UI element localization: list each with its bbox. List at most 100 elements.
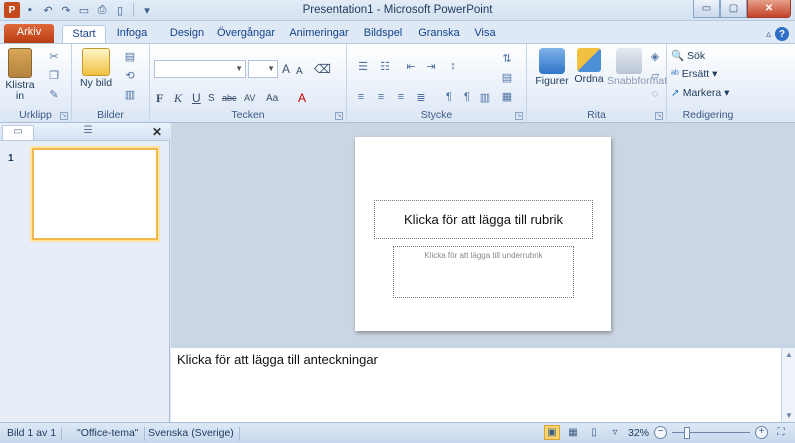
quick-styles-button[interactable]: Snabbformat xyxy=(607,48,667,87)
align-center-icon[interactable]: ≡ xyxy=(373,90,389,104)
maximize-button[interactable]: ▢ xyxy=(720,0,747,18)
zoom-slider[interactable] xyxy=(672,426,750,440)
notes-scrollbar[interactable]: ▲ ▼ xyxy=(781,348,795,422)
replace-button[interactable]: ᵃᵇ Ersätt ▾ xyxy=(671,68,717,80)
copy-icon[interactable]: ❐ xyxy=(46,68,62,82)
shape-fill-icon[interactable]: ◈ xyxy=(647,49,663,63)
minimize-button[interactable]: ▭ xyxy=(693,0,720,18)
rtl-icon[interactable]: ¶ xyxy=(459,90,475,104)
normal-view-icon[interactable]: ▣ xyxy=(543,425,560,440)
minimize-ribbon-icon[interactable]: ▵ xyxy=(766,29,771,40)
font-size-combo[interactable]: ▼ xyxy=(248,60,278,78)
reading-view-icon[interactable]: ▯ xyxy=(586,425,602,440)
tab-start[interactable]: Start xyxy=(62,25,106,43)
close-button[interactable]: ✕ xyxy=(747,0,791,18)
window-title: Presentation1 - Microsoft PowerPoint xyxy=(302,4,493,16)
notes-placeholder[interactable]: Klicka för att lägga till anteckningar xyxy=(177,352,378,367)
font-color-button[interactable]: A xyxy=(298,90,306,106)
cut-icon[interactable]: ✂ xyxy=(46,49,62,63)
scroll-down-icon[interactable]: ▼ xyxy=(782,411,795,420)
select-button[interactable]: ➚ Markera ▾ xyxy=(671,87,729,99)
clear-formatting-icon[interactable]: ⌫ xyxy=(314,61,331,77)
language-status[interactable]: Svenska (Sverige) xyxy=(143,427,240,441)
reset-icon[interactable]: ⟲ xyxy=(122,68,138,82)
smartart-icon[interactable]: ▦ xyxy=(499,89,515,103)
paste-button[interactable]: Klistra in xyxy=(3,48,37,102)
justify-icon[interactable]: ≣ xyxy=(413,90,429,104)
shapes-button[interactable]: Figurer xyxy=(533,48,571,87)
new-slide-button[interactable]: Ny bild xyxy=(78,48,114,89)
tab-visa[interactable]: Visa xyxy=(470,25,500,43)
fit-to-window-icon[interactable]: ⛶ xyxy=(773,425,789,440)
format-painter-icon[interactable]: ✎ xyxy=(46,87,62,101)
align-left-icon[interactable]: ≡ xyxy=(353,90,369,104)
editing-group-label: Redigering xyxy=(682,109,734,121)
find-button[interactable]: 🔍 Sök xyxy=(671,49,705,62)
grow-font-label: A xyxy=(282,62,291,76)
bullets-icon[interactable]: ☰ xyxy=(355,59,371,73)
tab-granska[interactable]: Granska xyxy=(416,25,462,43)
tab-design[interactable]: Design xyxy=(167,25,207,43)
slideshow-icon[interactable]: ▿ xyxy=(607,425,623,440)
scroll-up-icon[interactable]: ▲ xyxy=(782,350,795,359)
paragraph-launcher-icon[interactable]: ↘ xyxy=(515,112,523,120)
font-launcher-icon[interactable]: ↘ xyxy=(335,112,343,120)
arrange-button[interactable]: Ordna xyxy=(571,48,607,85)
underline-button[interactable]: U xyxy=(192,90,201,106)
tab-infoga[interactable]: Infoga xyxy=(112,25,152,43)
drawing-group-label: Rita xyxy=(587,109,606,121)
group-font: ▼ ▼ A A ⌫ F K U S abc AV Aa A Tecken ↘ xyxy=(150,44,347,123)
slide-thumbnail[interactable] xyxy=(32,148,158,240)
title-bar: P ▪ ↶ ↷ ▭ ⎙ ▯ ▾ Presentation1 - Microsof… xyxy=(0,0,795,21)
subtitle-placeholder[interactable]: Klicka för att lägga till underrubrik xyxy=(393,246,574,298)
arrange-label: Ordna xyxy=(574,73,604,85)
outline-tab-icon[interactable]: ☰ xyxy=(72,125,104,140)
layout-icon[interactable]: ▤ xyxy=(122,49,138,63)
theme-status[interactable]: "Office-tema" xyxy=(72,427,145,441)
paste-label: Klistra in xyxy=(5,79,35,102)
align-text-icon[interactable]: ▤ xyxy=(499,70,515,84)
ribbon-right-controls: ▵ ? xyxy=(766,27,789,41)
title-placeholder[interactable]: Klicka för att lägga till rubrik xyxy=(374,200,593,239)
slide-canvas[interactable]: Klicka för att lägga till rubrik Klicka … xyxy=(355,137,611,331)
ltr-icon[interactable]: ¶ xyxy=(441,90,457,104)
shape-effects-icon[interactable]: ◌ xyxy=(647,87,663,101)
section-icon[interactable]: ▥ xyxy=(122,87,138,101)
zoom-out-icon[interactable]: − xyxy=(654,426,667,439)
zoom-slider-knob[interactable] xyxy=(683,426,690,439)
text-direction-icon[interactable]: ⇅ xyxy=(499,51,515,65)
slides-tab-icon[interactable]: ▭ xyxy=(2,125,34,140)
tab-bildspel[interactable]: Bildspel xyxy=(360,25,406,43)
close-pane-icon[interactable]: ✕ xyxy=(152,125,162,139)
strikethrough-label: abc xyxy=(222,93,237,103)
numbering-icon[interactable]: ☷ xyxy=(377,59,393,73)
help-icon[interactable]: ? xyxy=(775,27,789,41)
decrease-indent-icon[interactable]: ⇤ xyxy=(403,59,419,73)
tab-arkiv[interactable]: Arkiv xyxy=(4,24,54,43)
character-spacing-button[interactable]: AV xyxy=(244,90,255,106)
italic-button[interactable]: K xyxy=(174,90,182,106)
tab-animeringar[interactable]: Animeringar xyxy=(287,25,351,43)
shape-outline-icon[interactable]: ▱ xyxy=(647,68,663,82)
columns-icon[interactable]: ▥ xyxy=(477,90,493,104)
new-slide-icon xyxy=(82,48,110,76)
font-family-combo[interactable]: ▼ xyxy=(154,60,246,78)
grow-font-button[interactable]: A xyxy=(282,61,290,77)
shrink-font-button[interactable]: A xyxy=(296,63,303,79)
clipboard-launcher-icon[interactable]: ↘ xyxy=(60,112,68,120)
change-case-button[interactable]: Aa xyxy=(266,90,278,106)
bold-button[interactable]: F xyxy=(156,90,163,106)
increase-indent-icon[interactable]: ⇥ xyxy=(423,59,439,73)
notes-pane[interactable]: Klicka för att lägga till anteckningar ▲… xyxy=(171,345,795,422)
ribbon-tabs: Arkiv Start Infoga Design Övergångar Ani… xyxy=(0,21,795,43)
zoom-in-icon[interactable]: + xyxy=(755,426,768,439)
drawing-launcher-icon[interactable]: ↘ xyxy=(655,112,663,120)
slide-sorter-icon[interactable]: ▦ xyxy=(565,425,581,440)
shadow-button[interactable]: S xyxy=(208,90,215,106)
line-spacing-icon[interactable]: ↕ xyxy=(445,59,461,73)
align-right-icon[interactable]: ≡ xyxy=(393,90,409,104)
font-group-label: Tecken xyxy=(231,109,265,121)
strikethrough-button[interactable]: abc xyxy=(222,90,237,106)
zoom-level[interactable]: 32% xyxy=(628,427,649,439)
tab-overgangar[interactable]: Övergångar xyxy=(216,25,276,43)
